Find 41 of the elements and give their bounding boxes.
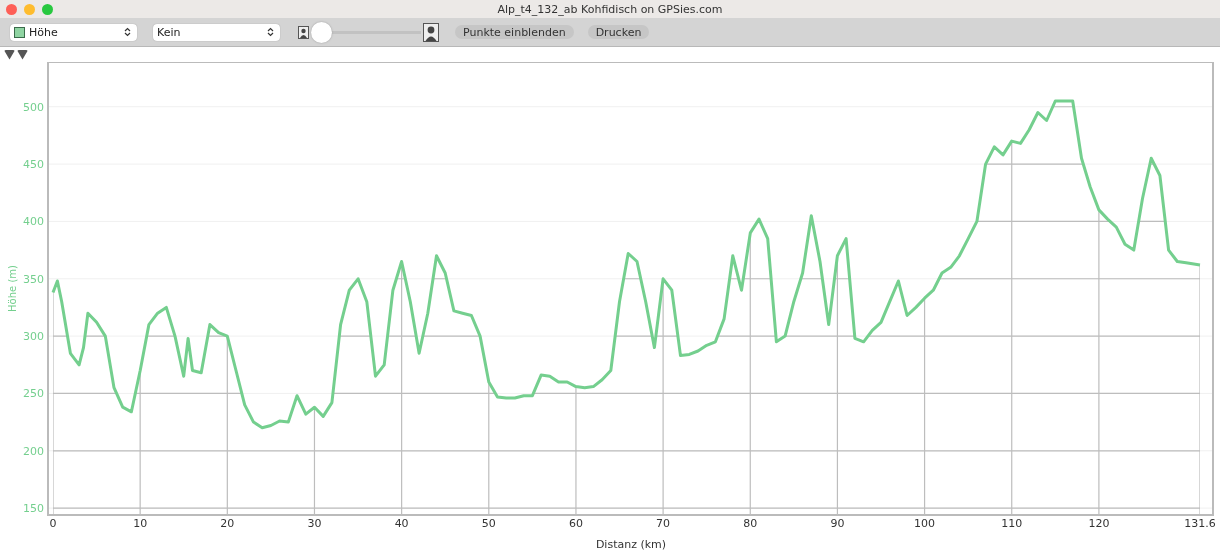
x-tick-label: 60 [568,517,583,530]
x-tick-label: 0 [49,517,57,530]
x-tick-label: 10 [133,517,148,530]
dropdown[interactable]: Kein [153,23,280,41]
x-tick-label: 50 [481,517,496,530]
toolbar-button[interactable]: Punkte einblenden [455,25,574,39]
y-tick-label: 150 [23,502,44,516]
x-axis-title: Distanz (km) [595,538,667,551]
dropdown[interactable]: Höhe [10,23,137,41]
chevron-icon [267,27,274,37]
y-tick-label: 300 [23,330,44,344]
chevron-icon [124,27,131,37]
y-tick-label: 350 [23,272,44,286]
toolbar-button[interactable]: Drucken [587,25,650,39]
x-tick-label: 80 [743,517,758,530]
minimize-button[interactable] [24,4,35,15]
legend-swatch-icon [14,26,25,38]
x-tick-label: 70 [656,517,671,530]
marker-icon[interactable] [17,49,28,60]
slider-thumb[interactable] [311,21,332,43]
zoom-slider[interactable] [311,21,421,43]
x-tick-label: 20 [220,517,235,530]
x-tick-label: 110 [1001,517,1023,530]
window-title: Alp_t4_132_ab Kohfidisch on GPSies.com [497,2,723,16]
close-button[interactable] [6,4,17,15]
y-tick-label: 200 [23,444,44,458]
y-axis-title: Höhe (m) [7,265,18,312]
x-tick-label: 30 [307,517,322,530]
x-tick-label: 131.6 [1184,517,1216,530]
y-tick-label: 500 [23,100,44,114]
x-tick-label: 40 [394,517,409,530]
y-tick-label: 250 [23,387,44,401]
x-tick-label: 90 [830,517,845,530]
marker-icon[interactable] [4,49,15,60]
person-icon [298,25,309,39]
y-tick-label: 400 [23,215,44,229]
x-tick-label: 100 [914,517,936,530]
y-tick-label: 450 [23,158,44,172]
person-icon [423,22,439,42]
zoom-button[interactable] [42,4,53,15]
x-tick-label: 120 [1088,517,1110,530]
